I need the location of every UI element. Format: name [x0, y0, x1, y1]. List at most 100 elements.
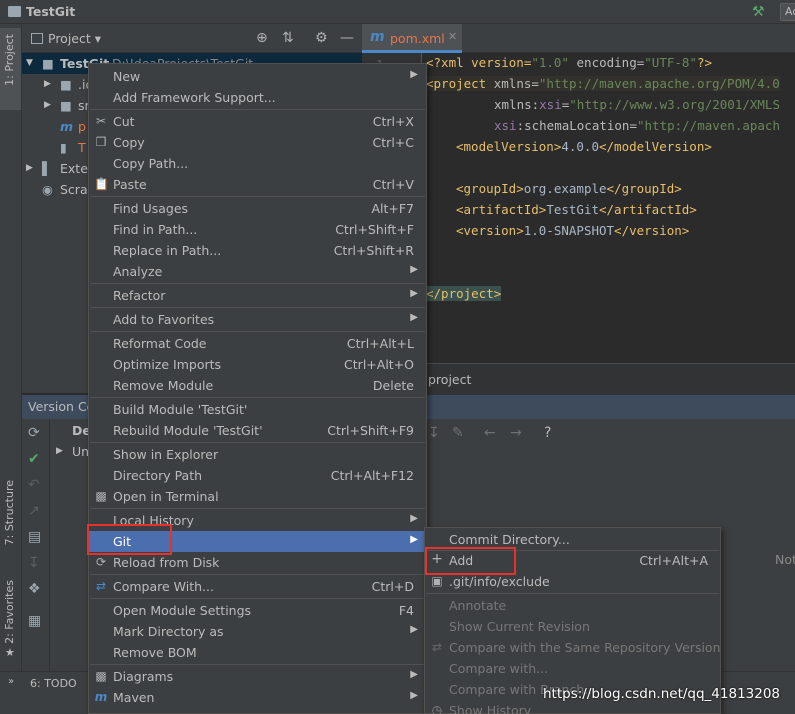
menu-item-add-to-favorites[interactable]: Add to Favorites ▶	[89, 309, 426, 330]
menu-item-cut[interactable]: ✂ Cut Ctrl+X	[89, 111, 426, 132]
maven-file-icon: m	[370, 29, 385, 45]
submenu-arrow-icon: ▶	[410, 264, 418, 275]
menu-item-diagrams[interactable]: ▩ Diagrams ▶	[89, 666, 426, 687]
code-line: </project>	[426, 286, 502, 301]
tab-pom-xml[interactable]: m pom.xml ✕	[362, 24, 462, 53]
menu-item-find-usages[interactable]: Find Usages Alt+F7	[89, 198, 426, 219]
tab-label: pom.xml	[390, 31, 445, 46]
tab-favorites[interactable]: 2: Favorites	[3, 580, 16, 644]
commit-check-icon[interactable]: ✔	[28, 451, 40, 467]
menu-item-annotate[interactable]: Annotate	[425, 595, 720, 616]
menu-item-optimize-imports[interactable]: Optimize Imports Ctrl+Alt+O	[89, 354, 426, 375]
menu-item-refactor[interactable]: Refactor ▶	[89, 285, 426, 306]
menu-item-compare-with[interactable]: Compare with...	[425, 658, 720, 679]
code-editor[interactable]: <?xml version="1.0" encoding="UTF-8"?> <…	[422, 53, 795, 363]
maven-icon: m	[94, 690, 108, 704]
diagram-icon: ▩	[95, 669, 107, 683]
menu-item-maven[interactable]: m Maven ▶	[89, 687, 426, 708]
refresh-icon[interactable]: ⟳	[28, 425, 40, 441]
more-icon[interactable]: »	[8, 676, 14, 687]
expand-arrow-icon[interactable]: ▶	[44, 79, 51, 89]
menu-item-analyze[interactable]: Analyze ▶	[89, 261, 426, 282]
highlight-git-box	[87, 524, 172, 555]
menu-item-remove-bom[interactable]: Remove BOM	[89, 642, 426, 663]
rollback-icon[interactable]: ↶	[28, 477, 40, 493]
code-line: <project xmlns="http://maven.apache.org/…	[426, 76, 780, 91]
menu-item-show-current-revision[interactable]: Show Current Revision	[425, 616, 720, 637]
tab-todo[interactable]: 6: TODO	[30, 677, 77, 690]
tab-structure[interactable]: 7: Structure	[3, 480, 16, 545]
code-line: xmlns:xsi="http://www.w3.org/2001/XMLS	[494, 97, 780, 112]
group-icon[interactable]: ❖	[28, 581, 41, 597]
menu-item-compare-with[interactable]: ⇄ Compare With... Ctrl+D	[89, 576, 426, 597]
scissors-icon: ✂	[95, 114, 107, 128]
edit-icon[interactable]: ✎	[452, 425, 464, 441]
tab-project[interactable]: 1: Project	[3, 34, 16, 86]
code-line: xsi:schemaLocation="http://maven.apach	[494, 118, 780, 133]
menu-item-reformat-code[interactable]: Reformat Code Ctrl+Alt+L	[89, 333, 426, 354]
expand-icon[interactable]: ▦	[28, 613, 41, 629]
close-icon[interactable]: ✕	[448, 30, 457, 43]
menu-item-copy[interactable]: ❐ Copy Ctrl+C	[89, 132, 426, 153]
history-icon: ◷	[431, 703, 443, 714]
menu-item-remove-module[interactable]: Remove Module Delete	[89, 375, 426, 396]
expand-arrow-icon[interactable]: ▶	[56, 446, 63, 456]
menu-item-find-in-path[interactable]: Find in Path... Ctrl+Shift+F	[89, 219, 426, 240]
menu-item-add-framework-support[interactable]: Add Framework Support...	[89, 87, 426, 108]
help-icon[interactable]: ?	[544, 425, 551, 441]
menu-item-compare-same-repo-version[interactable]: ⇄ Compare with the Same Repository Versio…	[425, 637, 721, 658]
editor-tab-bar: m pom.xml ✕	[362, 24, 795, 53]
menu-item-open-module-settings[interactable]: Open Module Settings F4	[89, 600, 426, 621]
submenu-arrow-icon: ▶	[410, 513, 418, 524]
editor-breadcrumb[interactable]: project	[422, 363, 795, 395]
menu-item-mark-directory-as[interactable]: Mark Directory as ▶	[89, 621, 426, 642]
vc-header-label: Version Co	[28, 399, 95, 414]
folder-icon: ■	[60, 98, 72, 113]
folder-icon: ■	[60, 77, 72, 92]
menu-item-rebuild-module[interactable]: Rebuild Module 'TestGit' Ctrl+Shift+F9	[89, 420, 426, 441]
vc-tree-item[interactable]: Un	[72, 444, 89, 459]
menu-item-replace-in-path[interactable]: Replace in Path... Ctrl+Shift+R	[89, 240, 426, 261]
build-hammer-icon[interactable]: ⚒	[752, 4, 765, 20]
gear-icon[interactable]: ⚙	[315, 30, 328, 46]
download-icon[interactable]: ↧	[428, 425, 440, 441]
menu-item-reload-from-disk[interactable]: ⟳ Reload from Disk	[89, 552, 426, 573]
terminal-icon: ▩	[95, 489, 107, 503]
reload-icon: ⟳	[95, 555, 107, 569]
menu-item-copy-path[interactable]: Copy Path...	[89, 153, 426, 174]
expand-arrow-icon[interactable]: ▶	[44, 100, 51, 110]
add-configuration-button[interactable]: Ad	[780, 3, 795, 21]
diff-icon[interactable]: ↗	[28, 503, 40, 519]
breadcrumb-project[interactable]: project	[428, 372, 471, 387]
library-icon: ▌	[42, 161, 52, 176]
hide-icon[interactable]: —	[340, 30, 354, 46]
collapse-all-icon[interactable]: ⇅	[282, 30, 294, 46]
code-line: <modelVersion>4.0.0</modelVersion>	[456, 139, 712, 154]
menu-item-directory-path[interactable]: Directory Path Ctrl+Alt+F12	[89, 465, 426, 486]
menu-item-new[interactable]: New ▶	[89, 66, 426, 87]
menu-item-show-history[interactable]: ◷ Show History	[425, 700, 720, 714]
vc-toolbar: ⟳ ✔ ↶ ↗ ▤ ↧ ❖ ▦	[22, 419, 50, 671]
compare-icon: ⇄	[95, 579, 107, 593]
tree-item-label: p	[78, 119, 86, 134]
submenu-arrow-icon: ▶	[410, 288, 418, 299]
window-title: TestGit	[26, 4, 76, 19]
back-arrow-icon[interactable]: ←	[484, 425, 496, 441]
menu-item-build-module[interactable]: Build Module 'TestGit'	[89, 399, 426, 420]
expand-arrow-icon[interactable]: ▶	[26, 163, 33, 173]
changelist-icon[interactable]: ▤	[28, 529, 41, 545]
tree-item-label: T	[78, 140, 86, 155]
forward-arrow-icon[interactable]: →	[510, 425, 522, 441]
shelve-icon[interactable]: ↧	[28, 555, 40, 571]
paste-icon: 📋	[94, 177, 109, 191]
expand-arrow-icon[interactable]: ▼	[26, 58, 33, 68]
submenu-arrow-icon: ▶	[410, 690, 418, 701]
menu-item-show-in-explorer[interactable]: Show in Explorer	[89, 444, 426, 465]
menu-item-open-in-terminal[interactable]: ▩ Open in Terminal	[89, 486, 426, 507]
vc-right-label: Not	[775, 552, 795, 567]
project-view-selector[interactable]: Project ▾	[48, 31, 101, 46]
menu-item-paste[interactable]: 📋 Paste Ctrl+V	[89, 174, 426, 195]
submenu-arrow-icon: ▶	[410, 669, 418, 680]
submenu-arrow-icon: ▶	[410, 312, 418, 323]
locate-icon[interactable]: ⊕	[256, 30, 268, 46]
